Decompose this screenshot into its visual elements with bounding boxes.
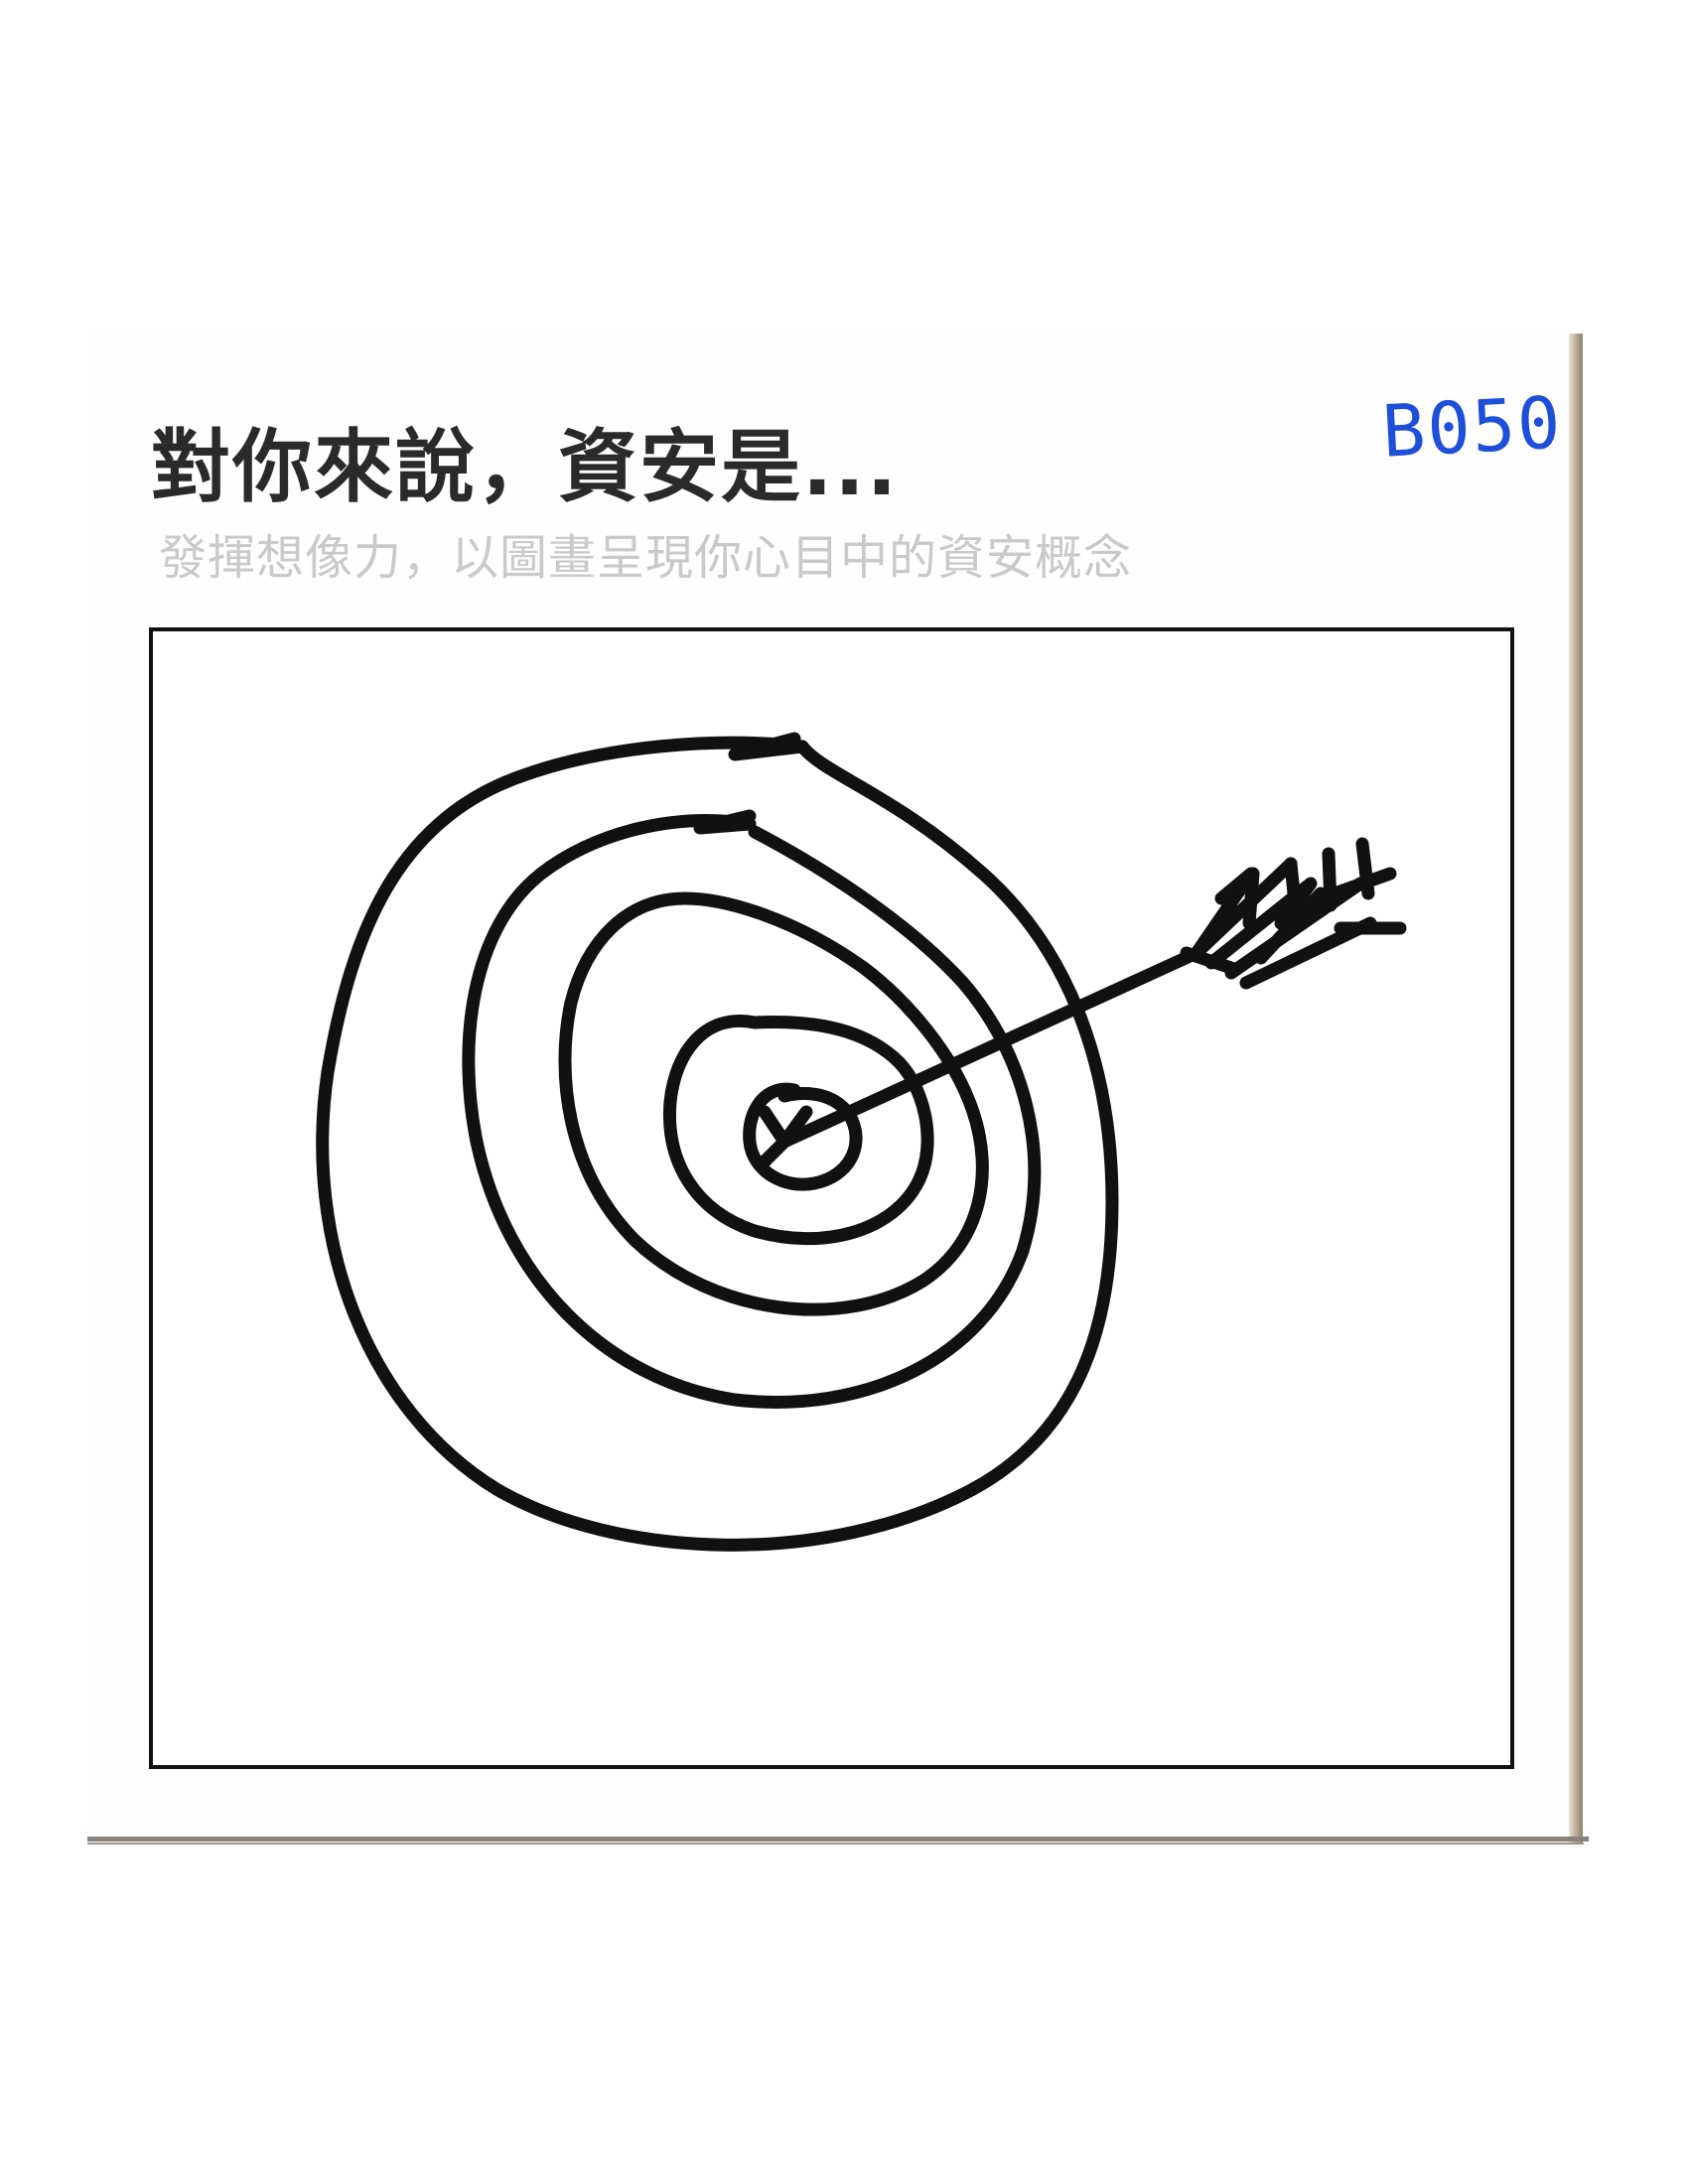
drawing-frame xyxy=(149,627,1514,1769)
handwritten-code: B050 xyxy=(1379,380,1565,474)
card-edge xyxy=(1569,334,1583,1843)
question-title: 對你來說，資安是... xyxy=(151,421,900,513)
question-instruction: 發揮想像力，以圖畫呈現你心目中的資安概念 xyxy=(159,530,1133,586)
card-bottom-edge xyxy=(87,1837,1589,1842)
